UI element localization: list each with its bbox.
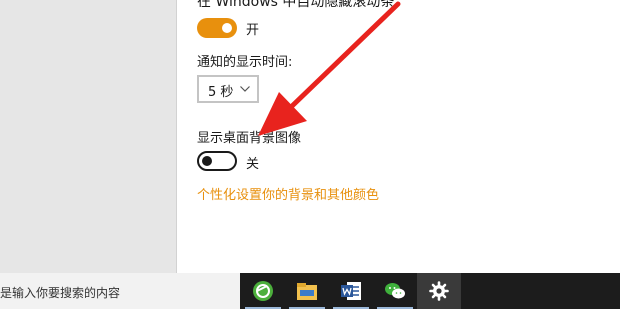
taskbar-app-word[interactable] [329, 273, 373, 309]
scroll-setting-label: 在 Windows 中自动隐藏滚动条 [197, 0, 395, 10]
scroll-toggle[interactable] [197, 18, 237, 38]
search-placeholder: 是输入你要搜索的内容 [0, 286, 121, 300]
taskbar-app-360-browser[interactable] [241, 273, 285, 309]
settings-gear-icon [429, 281, 449, 301]
taskbar-app-file-explorer[interactable] [285, 273, 329, 309]
chevron-down-icon [240, 86, 250, 92]
toggle-knob [202, 156, 212, 166]
word-icon [341, 282, 361, 300]
file-explorer-icon [297, 283, 317, 300]
background-image-toggle[interactable] [197, 151, 237, 171]
wechat-icon [385, 283, 405, 299]
taskbar: 是输入你要搜索的内容 [0, 273, 620, 309]
taskbar-search-box[interactable]: 是输入你要搜索的内容 [0, 273, 240, 309]
settings-nav-pane [0, 0, 176, 273]
taskbar-app-wechat[interactable] [373, 273, 417, 309]
360-browser-icon [253, 281, 273, 301]
taskbar-app-settings[interactable] [417, 273, 461, 309]
notification-time-label: 通知的显示时间: [197, 55, 293, 70]
personalize-background-link[interactable]: 个性化设置你的背景和其他颜色 [197, 184, 379, 203]
background-toggle-state: 关 [246, 157, 260, 172]
notification-time-value: 5 秒 [208, 85, 234, 100]
settings-content: 在 Windows 中自动隐藏滚动条 开 通知的显示时间: 5 秒 显示桌面背景… [177, 0, 620, 273]
notification-time-dropdown[interactable]: 5 秒 [197, 75, 259, 103]
toggle-knob [222, 23, 232, 33]
background-image-label: 显示桌面背景图像 [197, 131, 302, 146]
scroll-toggle-state: 开 [246, 23, 260, 38]
